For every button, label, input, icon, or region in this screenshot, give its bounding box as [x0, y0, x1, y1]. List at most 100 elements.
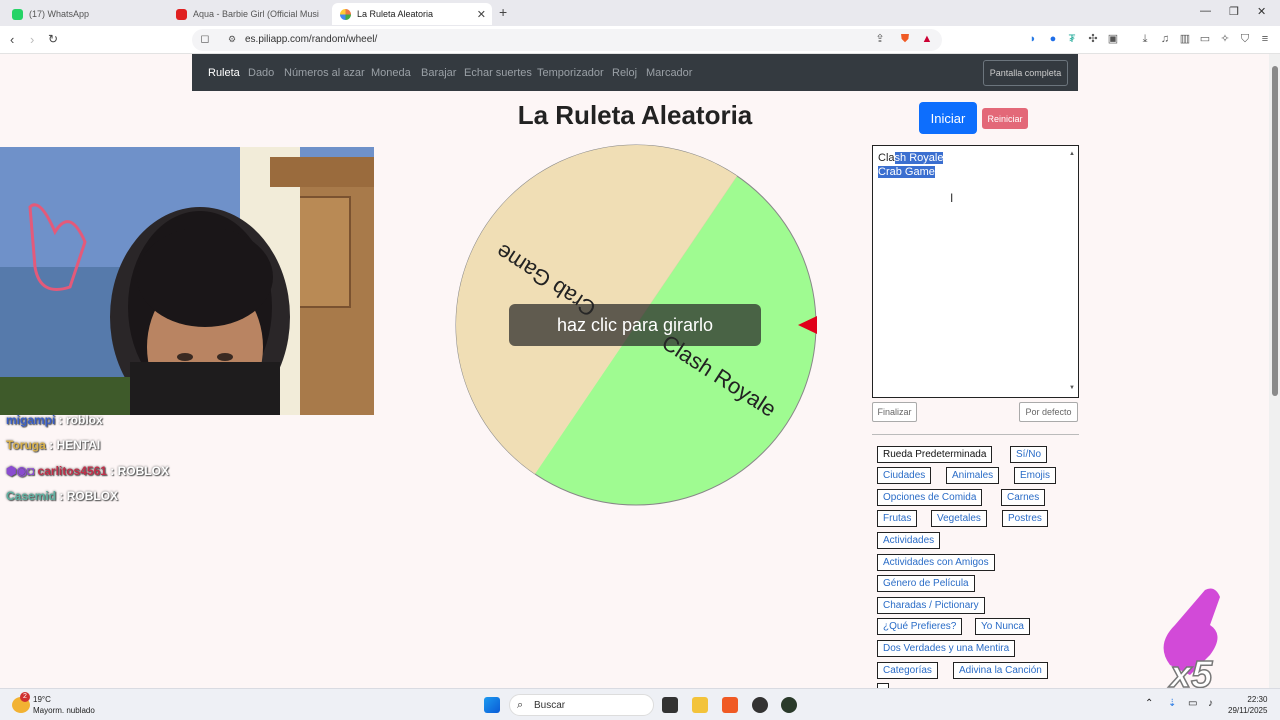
translate-icon[interactable]: ◗	[1027, 33, 1039, 45]
preset-si-no[interactable]: Sí/No	[1010, 446, 1048, 463]
preset-que-prefieres[interactable]: ¿Qué Prefieres?	[877, 618, 963, 635]
nav-dado[interactable]: Dado	[248, 67, 274, 79]
spin-prompt[interactable]: haz clic para girarlo	[509, 304, 761, 346]
chat-message: Casemid : ROBLOX	[6, 489, 119, 503]
chat-user: carlitos4561	[37, 464, 107, 478]
task-view-icon[interactable]	[662, 697, 678, 713]
textarea-scrollbar[interactable]: ▲ ▼	[1069, 147, 1077, 395]
tab-ruleta[interactable]: La Ruleta Aleatoria ✕	[332, 3, 492, 25]
windows-start-icon[interactable]	[484, 697, 500, 713]
options-textarea[interactable]: Clash Royale Crab Game ▲ ▼	[872, 145, 1079, 398]
download-icon[interactable]: ⤓	[1139, 33, 1151, 45]
nav-ruleta[interactable]: Ruleta	[208, 67, 240, 79]
preset-animales[interactable]: Animales	[946, 467, 1000, 484]
nav-echar-suertes[interactable]: Echar suertes	[464, 67, 532, 79]
tray-app-icon[interactable]: ⇣	[1168, 698, 1176, 709]
music-icon[interactable]: ♫	[1159, 33, 1171, 45]
minimize-icon[interactable]: —	[1200, 5, 1211, 17]
share-icon[interactable]: ⇪	[874, 33, 886, 45]
page-scrollbar[interactable]	[1269, 54, 1280, 688]
preset-emojis[interactable]: Emojis	[1014, 467, 1057, 484]
preset-frutas[interactable]: Frutas	[877, 510, 918, 527]
chat-message: migampi : roblox	[6, 413, 103, 427]
scroll-down-icon[interactable]: ▼	[1069, 381, 1075, 395]
preset-postres[interactable]: Postres	[1002, 510, 1048, 527]
rewards-icon[interactable]: ▲	[921, 33, 933, 45]
nav-reloj[interactable]: Reloj	[612, 67, 637, 79]
tab-search-icon[interactable]: ▣	[1107, 33, 1119, 45]
preset-genero-pelicula[interactable]: Género de Película	[877, 575, 975, 592]
weather-widget[interactable]: 19°C Mayorm. nublado	[33, 694, 95, 716]
xbox-icon[interactable]	[781, 697, 797, 713]
app-icon[interactable]	[752, 697, 768, 713]
bookmark-icon[interactable]: ◻	[199, 33, 211, 45]
extension-a-icon[interactable]: ●	[1047, 33, 1059, 45]
leo-ai-icon[interactable]: ✧	[1219, 33, 1231, 45]
preset-adivina-cancion[interactable]: Adivina la Canción	[953, 662, 1048, 679]
back-icon[interactable]: ‹	[10, 32, 14, 47]
browser-tab-bar: (17) WhatsApp Aqua - Barbie Girl (Offici…	[0, 0, 1280, 26]
webcam-image	[0, 147, 374, 415]
nav-barajar[interactable]: Barajar	[421, 67, 456, 79]
search-icon: ⌕	[517, 699, 524, 711]
address-bar-row: ‹ › ↻ ◻ ⚙ es.piliapp.com/random/wheel/ ⇪…	[0, 26, 1280, 54]
clock-date: 29/11/2025	[1228, 706, 1268, 715]
restore-icon[interactable]: ❐	[1229, 5, 1239, 18]
preset-categorias[interactable]: Categorías	[877, 662, 938, 679]
weather-desc: Mayorm. nublado	[33, 706, 95, 715]
badge-icons: ⬢◉◘	[6, 464, 35, 478]
whatsapp-icon	[12, 8, 23, 20]
clock[interactable]: 22:30 29/11/2025	[1228, 694, 1267, 716]
preset-vegetales[interactable]: Vegetales	[931, 510, 987, 527]
volume-icon[interactable]: ♪	[1208, 698, 1213, 709]
preset-opciones-comida[interactable]: Opciones de Comida	[877, 489, 983, 506]
extensions-icon[interactable]: ✣	[1087, 33, 1099, 45]
nav-numeros[interactable]: Números al azar	[284, 67, 365, 79]
reload-icon[interactable]: ↻	[48, 32, 58, 46]
file-explorer-icon[interactable]	[692, 697, 708, 713]
youtube-icon	[176, 8, 187, 20]
extension-b-icon[interactable]: ₮	[1066, 33, 1078, 45]
forward-icon[interactable]: ›	[30, 32, 34, 47]
start-button[interactable]: Iniciar	[919, 102, 977, 134]
network-icon[interactable]: ▭	[1188, 698, 1197, 709]
reset-button[interactable]: Reiniciar	[982, 108, 1028, 129]
tab-whatsapp[interactable]: (17) WhatsApp	[4, 3, 169, 25]
chat-message: Toruga : HENTAI	[6, 438, 101, 452]
taskbar: 2 19°C Mayorm. nublado ⌕ Buscar ⌃ ⇣ ▭ ♪ …	[0, 688, 1280, 720]
fullscreen-button[interactable]: Pantalla completa	[983, 60, 1068, 86]
weather-badge: 2	[20, 692, 30, 702]
vpn-icon[interactable]: ⛉	[1239, 33, 1251, 45]
taskbar-search[interactable]: ⌕ Buscar	[509, 694, 654, 716]
chat-text: ROBLOX	[117, 464, 169, 478]
scroll-up-icon[interactable]: ▲	[1069, 147, 1075, 161]
preset-actividades-amigos[interactable]: Actividades con Amigos	[877, 554, 995, 571]
preset-dos-verdades[interactable]: Dos Verdades y una Mentira	[877, 640, 1016, 657]
preset-charadas[interactable]: Charadas / Pictionary	[877, 597, 985, 614]
new-tab-button[interactable]: +	[499, 4, 507, 20]
close-tab-icon[interactable]: ✕	[477, 8, 486, 21]
finish-button[interactable]: Finalizar	[872, 402, 917, 422]
preset-ciudades[interactable]: Ciudades	[877, 467, 932, 484]
brave-browser-icon[interactable]	[722, 697, 738, 713]
site-info-icon[interactable]: ⚙	[226, 33, 238, 45]
tab-youtube[interactable]: Aqua - Barbie Girl (Official Musi	[168, 3, 328, 25]
preset-carnes[interactable]: Carnes	[1001, 489, 1046, 506]
preset-yo-nunca[interactable]: Yo Nunca	[975, 618, 1030, 635]
nav-temporizador[interactable]: Temporizador	[537, 67, 604, 79]
chat-text: ROBLOX	[66, 489, 119, 503]
tray-chevron-icon[interactable]: ⌃	[1145, 698, 1153, 709]
close-window-icon[interactable]: ✕	[1257, 5, 1266, 18]
nav-marcador[interactable]: Marcador	[646, 67, 692, 79]
sidebar-icon[interactable]: ▥	[1179, 33, 1191, 45]
menu-icon[interactable]: ≡	[1259, 33, 1271, 45]
default-button[interactable]: Por defecto	[1019, 402, 1078, 422]
tab-label: La Ruleta Aleatoria	[357, 9, 434, 19]
nav-moneda[interactable]: Moneda	[371, 67, 411, 79]
brave-shield-icon[interactable]: ⛊	[899, 33, 911, 45]
clock-time: 22:30	[1247, 695, 1268, 704]
scroll-thumb[interactable]	[1272, 66, 1278, 396]
preset-rueda-predeterminada[interactable]: Rueda Predeterminada	[877, 446, 993, 463]
preset-actividades[interactable]: Actividades	[877, 532, 941, 549]
wallet-icon[interactable]: ▭	[1199, 33, 1211, 45]
